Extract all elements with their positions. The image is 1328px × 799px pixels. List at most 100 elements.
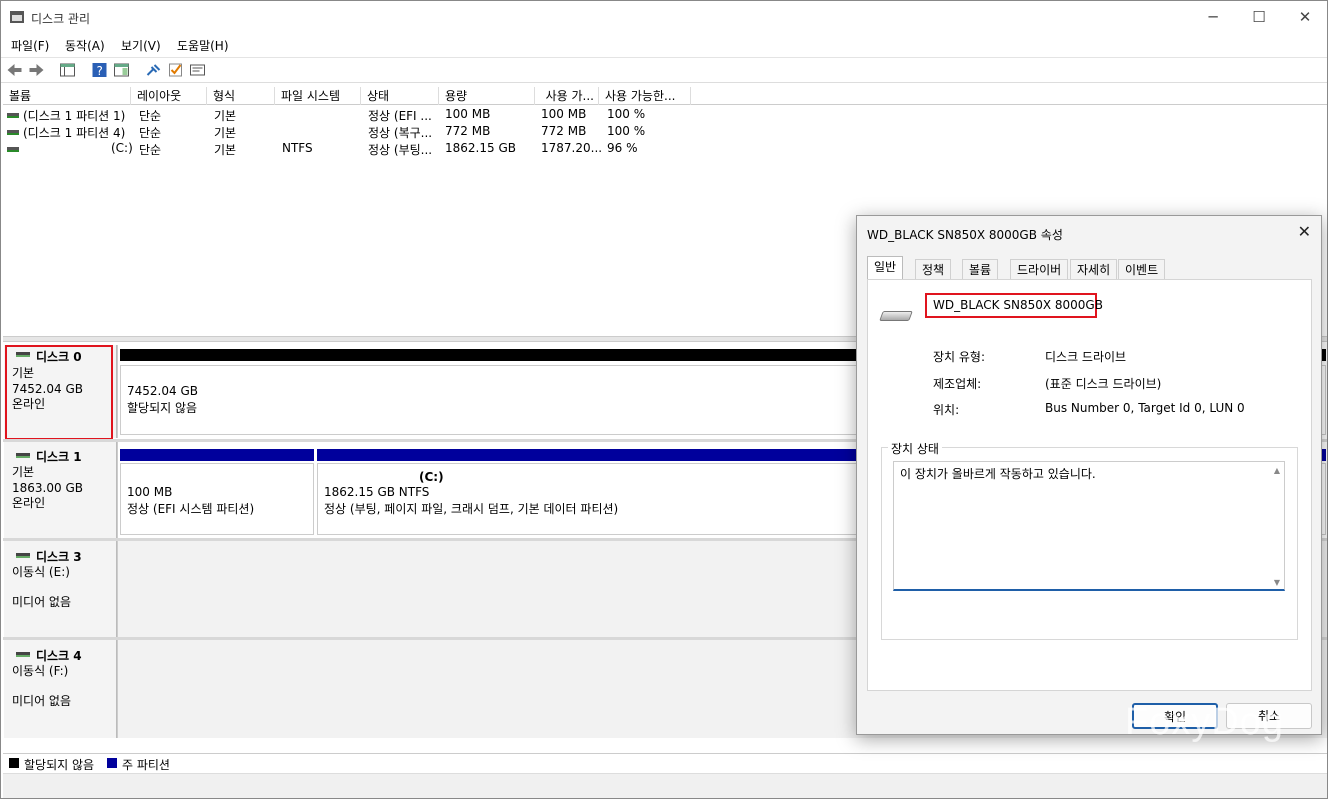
check-icon[interactable] xyxy=(167,62,184,78)
disk-name: 디스크 3 xyxy=(36,550,82,564)
disk-management-icon xyxy=(10,11,24,23)
table-row[interactable]: (디스크 1 파티션 1) 단순 기본 정상 (EFI ... 100 MB 1… xyxy=(3,107,903,124)
col-percent-free[interactable]: 사용 가능한... xyxy=(599,87,691,105)
properties-icon[interactable] xyxy=(189,62,206,78)
menu-file[interactable]: 파일(F) xyxy=(11,37,49,54)
volume-capacity: 772 MB xyxy=(445,124,491,138)
disk-icon xyxy=(16,652,30,657)
col-capacity[interactable]: 용량 xyxy=(439,87,535,105)
volume-capacity: 100 MB xyxy=(445,107,491,121)
scroll-up-icon[interactable]: ▲ xyxy=(1274,466,1280,475)
tab-general[interactable]: 일반 xyxy=(867,256,904,280)
help-icon[interactable]: ? xyxy=(91,62,108,78)
dialog-title: WD_BLACK SN850X 8000GB 속성 xyxy=(867,228,1063,242)
legend-unallocated: 할당되지 않음 xyxy=(24,758,95,772)
efi-partition[interactable]: 100 MB 정상 (EFI 시스템 파티션) xyxy=(120,463,314,535)
dialog-close-button[interactable]: ✕ xyxy=(1298,222,1311,241)
volume-layout: 단순 xyxy=(139,126,162,140)
tab-details[interactable]: 자세히 xyxy=(1070,259,1118,279)
col-free[interactable]: 사용 가... xyxy=(535,87,599,105)
device-status-label: 장치 상태 xyxy=(888,440,942,457)
volume-layout: 단순 xyxy=(139,143,162,157)
disk-icon xyxy=(16,553,30,558)
window-title: 디스크 관리 xyxy=(31,12,91,26)
properties-dialog: WD_BLACK SN850X 8000GB 속성 ✕ 일반 정책 볼륨 드라이… xyxy=(856,215,1322,735)
legend: 할당되지 않음 주 파티션 xyxy=(3,753,1327,773)
volume-percent: 100 % xyxy=(607,124,646,138)
tab-driver[interactable]: 드라이버 xyxy=(1010,259,1069,279)
col-type[interactable]: 형식 xyxy=(207,87,275,105)
device-type-value: 디스크 드라이브 xyxy=(1045,350,1127,364)
disk-size: 1863.00 GB xyxy=(12,481,83,495)
highlight-box xyxy=(5,345,113,440)
menu-help[interactable]: 도움말(H) xyxy=(177,37,229,54)
menu-bar: 파일(F) 동작(A) 보기(V) 도움말(H) xyxy=(1,33,1327,57)
watermark: FoxyDog xyxy=(1125,701,1285,743)
action-pane-icon[interactable] xyxy=(113,62,130,78)
col-layout[interactable]: 레이아웃 xyxy=(131,87,207,105)
volume-type: 기본 xyxy=(214,109,237,123)
scroll-down-icon[interactable]: ▼ xyxy=(1274,578,1280,587)
volume-percent: 100 % xyxy=(607,107,646,121)
partition-status: 할당되지 않음 xyxy=(127,401,198,415)
manufacturer-label: 제조업체: xyxy=(933,377,982,391)
volume-icon xyxy=(7,113,19,118)
disk-3-label[interactable]: 디스크 3 이동식 (E:) 미디어 없음 xyxy=(4,541,117,637)
forward-arrow-icon[interactable] xyxy=(28,62,45,78)
disk-status: 온라인 xyxy=(12,496,46,510)
disk-name: 디스크 1 xyxy=(36,450,82,464)
device-status-textbox[interactable]: 이 장치가 올바르게 작동하고 있습니다. ▲ ▼ xyxy=(893,461,1285,591)
volume-icon xyxy=(7,130,19,135)
volume-layout: 단순 xyxy=(139,109,162,123)
disk-icon xyxy=(16,453,30,458)
volume-name: (디스크 1 파티션 4) xyxy=(23,126,126,140)
disk-type: 이동식 (F:) xyxy=(12,664,69,678)
device-status-text: 이 장치가 올바르게 작동하고 있습니다. xyxy=(900,467,1096,481)
volume-free: 100 MB xyxy=(541,107,587,121)
disk-1-label[interactable]: 디스크 1 기본 1863.00 GB 온라인 xyxy=(4,442,117,538)
volume-fs: NTFS xyxy=(282,141,313,155)
minimize-button[interactable]: ─ xyxy=(1197,7,1229,27)
volume-free: 772 MB xyxy=(541,124,587,138)
volume-percent: 96 % xyxy=(607,141,638,155)
connect-icon[interactable] xyxy=(145,62,162,78)
partition-status: 정상 (EFI 시스템 파티션) xyxy=(127,502,255,516)
volume-name: (C:) xyxy=(111,141,133,155)
col-volume[interactable]: 볼륨 xyxy=(3,87,131,105)
console-tree-icon[interactable] xyxy=(59,62,76,78)
disk-type: 기본 xyxy=(12,465,35,479)
close-button[interactable]: ✕ xyxy=(1289,7,1321,27)
volume-capacity: 1862.15 GB xyxy=(445,141,516,155)
col-status[interactable]: 상태 xyxy=(361,87,439,105)
tab-volumes[interactable]: 볼륨 xyxy=(962,259,999,279)
col-filesystem[interactable]: 파일 시스템 xyxy=(275,87,361,105)
location-label: 위치: xyxy=(933,403,960,417)
partition-label: (C:) xyxy=(419,470,444,484)
menu-action[interactable]: 동작(A) xyxy=(65,37,105,54)
title-bar: 디스크 관리 ─ ☐ ✕ xyxy=(1,1,1327,33)
back-arrow-icon[interactable] xyxy=(6,62,23,78)
disk-media: 미디어 없음 xyxy=(12,595,72,609)
drive-icon xyxy=(879,311,913,321)
volume-type: 기본 xyxy=(214,143,237,157)
device-type-label: 장치 유형: xyxy=(933,350,986,364)
manufacturer-value: (표준 디스크 드라이브) xyxy=(1045,377,1162,391)
tab-policy[interactable]: 정책 xyxy=(915,259,952,279)
tab-events[interactable]: 이벤트 xyxy=(1118,259,1166,279)
partition-size: 7452.04 GB xyxy=(127,384,198,398)
table-row[interactable]: (C:) 단순 기본 NTFS 정상 (부팅... 1862.15 GB 178… xyxy=(3,141,903,158)
table-row[interactable]: (디스크 1 파티션 4) 단순 기본 정상 (복구... 772 MB 772… xyxy=(3,124,903,141)
location-value: Bus Number 0, Target Id 0, LUN 0 xyxy=(1045,401,1245,415)
disk-name: 디스크 4 xyxy=(36,649,82,663)
volume-status: 정상 (EFI ... xyxy=(368,109,432,123)
svg-text:?: ? xyxy=(97,64,103,78)
maximize-button[interactable]: ☐ xyxy=(1243,7,1275,27)
volume-status: 정상 (부팅... xyxy=(368,143,433,157)
disk-4-label[interactable]: 디스크 4 이동식 (F:) 미디어 없음 xyxy=(4,640,117,738)
unallocated-swatch xyxy=(9,758,19,768)
volume-name: (디스크 1 파티션 1) xyxy=(23,109,126,123)
toolbar: ? xyxy=(1,57,1327,83)
primary-swatch xyxy=(107,758,117,768)
volume-list-header: 볼륨 레이아웃 형식 파일 시스템 상태 용량 사용 가... 사용 가능한..… xyxy=(3,87,1327,105)
menu-view[interactable]: 보기(V) xyxy=(121,37,161,54)
